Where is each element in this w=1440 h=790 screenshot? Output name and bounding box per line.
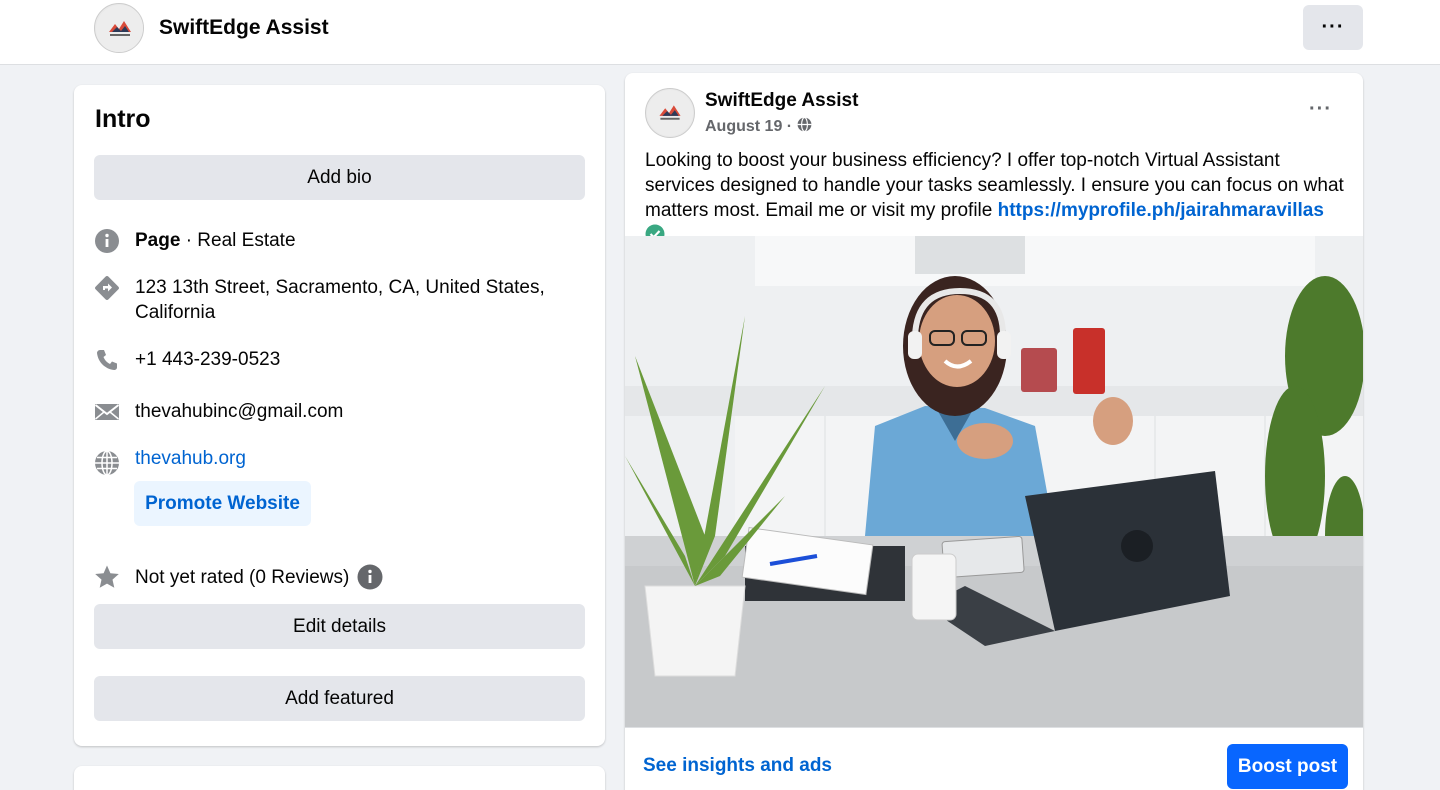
more-dots-icon: ··· [1321, 16, 1345, 38]
page-logo[interactable] [94, 3, 144, 53]
phone-row: +1 443-239-0523 [94, 347, 574, 373]
globe-icon [94, 450, 120, 476]
see-insights-link[interactable]: See insights and ads [643, 755, 832, 777]
page-category-row: Page · Real Estate [94, 228, 574, 254]
add-bio-button[interactable]: Add bio [94, 155, 585, 200]
website-link[interactable]: thevahub.org [135, 446, 574, 471]
edit-details-button[interactable]: Edit details [94, 604, 585, 649]
page-category: · Real Estate [180, 230, 296, 251]
website-row: thevahub.org [94, 446, 574, 476]
page-type-label: Page [135, 230, 181, 251]
page-title: SwiftEdge Assist [159, 16, 329, 39]
star-icon [94, 564, 120, 590]
promote-website-button[interactable]: Promote Website [134, 481, 311, 526]
email-address[interactable]: thevahubinc@gmail.com [135, 399, 574, 424]
post-photo[interactable] [625, 236, 1363, 727]
post-card: SwiftEdge Assist August 19 · ··· Looking… [625, 73, 1363, 790]
email-row: thevahubinc@gmail.com [94, 399, 574, 425]
globe-icon [797, 117, 812, 137]
intro-card: Intro Add bio Page · Real Estate 123 13t… [74, 85, 605, 746]
phone-number[interactable]: +1 443-239-0523 [135, 347, 574, 372]
post-more-icon[interactable]: ··· [1309, 98, 1332, 121]
post-link[interactable]: https://myprofile.ph/jairahmaravillas [998, 200, 1324, 221]
add-featured-button[interactable]: Add featured [94, 676, 585, 721]
post-author-avatar[interactable] [645, 88, 695, 138]
more-options-button[interactable]: ··· [1303, 5, 1363, 50]
info-icon [94, 228, 120, 254]
address-row: 123 13th Street, Sacramento, CA, United … [94, 275, 574, 325]
address-text: 123 13th Street, Sacramento, CA, United … [135, 277, 545, 323]
page-header: SwiftEdge Assist ··· [0, 0, 1440, 65]
post-date[interactable]: August 19 · [705, 118, 792, 136]
intro-title: Intro [95, 105, 151, 133]
phone-icon [94, 347, 120, 373]
boost-post-button[interactable]: Boost post [1227, 744, 1348, 789]
rating-row: Not yet rated (0 Reviews) [94, 564, 574, 590]
secondary-card [74, 766, 605, 790]
post-meta: August 19 · [705, 117, 812, 137]
rating-info-icon[interactable] [357, 564, 383, 590]
post-author-name[interactable]: SwiftEdge Assist [705, 90, 858, 112]
email-icon [94, 399, 120, 425]
rating-text: Not yet rated (0 Reviews) [135, 566, 350, 588]
post-footer-divider [625, 727, 1363, 728]
directions-icon [94, 275, 120, 301]
